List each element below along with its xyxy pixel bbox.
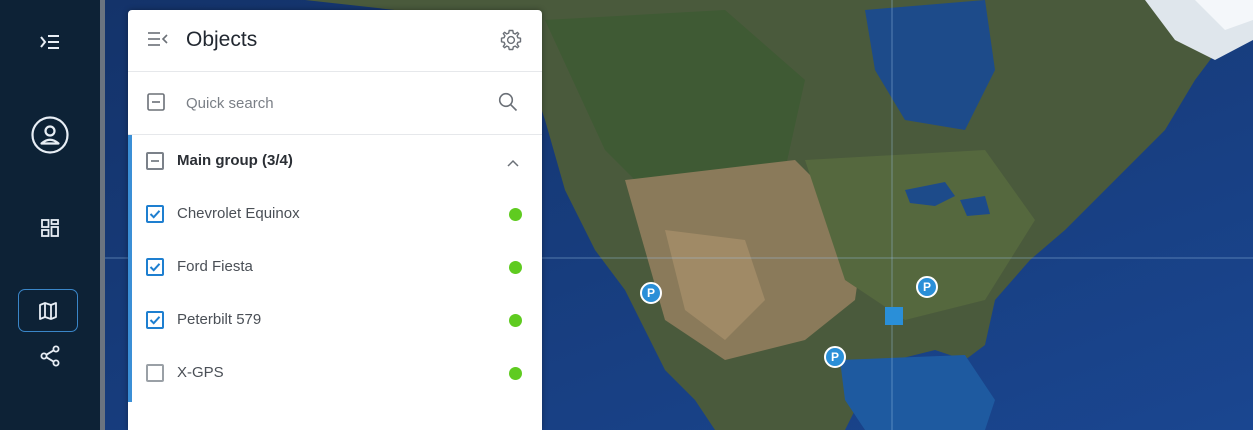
list-item[interactable]: Ford Fiesta [128,241,542,293]
sidebar-item-share[interactable] [0,342,100,370]
chevron-up-icon [507,159,519,167]
panel-header: Objects [128,10,542,72]
object-checkbox[interactable] [146,311,164,329]
page-title: Objects [186,28,258,51]
list-item[interactable]: Chevrolet Equinox [128,188,542,240]
status-indicator [509,314,522,327]
settings-button[interactable] [499,28,523,57]
map-icon [39,301,57,320]
status-indicator [509,367,522,380]
collapse-panel-button[interactable] [147,30,169,53]
status-indicator [509,208,522,221]
check-icon [149,263,161,272]
sidebar-item-map[interactable] [18,289,78,332]
group-row[interactable]: Main group (3/4) [128,135,542,187]
objects-panel: Objects Quick search Main group (3/4) Ch… [128,10,542,430]
user-circle-icon [31,116,69,154]
vehicle-marker[interactable] [885,307,903,325]
sidebar-item-profile[interactable] [0,113,100,157]
search-icon [498,92,518,112]
parking-marker[interactable]: P [824,346,846,368]
collapse-menu-icon [148,32,168,46]
parking-marker[interactable]: P [640,282,662,304]
sidebar-item-dashboard[interactable] [0,214,100,242]
menu-expand-icon [40,35,59,49]
minus-icon [151,160,159,162]
group-label: Main group (3/4) [177,152,293,169]
objects-list: Main group (3/4) Chevrolet Equinox Ford … [128,135,542,430]
minus-square-icon [147,93,165,111]
sidebar-toggle-button[interactable] [0,27,100,57]
list-item[interactable]: X-GPS [128,347,542,399]
parking-marker[interactable]: P [916,276,938,298]
dashboard-icon [41,219,59,237]
object-label: Peterbilt 579 [177,311,262,328]
group-checkbox[interactable] [146,152,164,170]
object-label: Chevrolet Equinox [177,205,300,222]
check-icon [149,210,161,219]
search-button[interactable] [498,92,518,117]
object-label: X-GPS [177,364,224,381]
object-checkbox[interactable] [146,364,164,382]
select-all-toggle[interactable] [147,93,165,116]
object-checkbox[interactable] [146,258,164,276]
status-indicator [509,261,522,274]
share-icon [40,345,60,367]
object-checkbox[interactable] [146,205,164,223]
search-bar [128,72,542,135]
gear-icon [500,29,522,51]
object-label: Ford Fiesta [177,258,253,275]
check-icon [149,316,161,325]
collapse-group-button[interactable] [506,155,520,173]
search-input[interactable] [186,90,486,116]
list-item[interactable]: Peterbilt 579 [128,294,542,346]
sidebar [0,0,100,430]
